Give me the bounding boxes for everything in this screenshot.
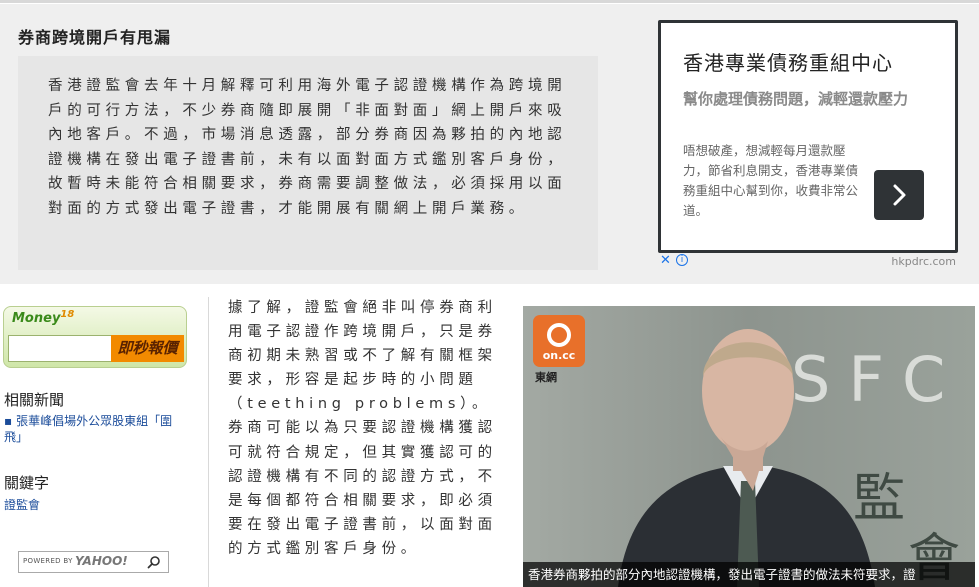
ad-domain[interactable]: hkpdrc.com (891, 255, 956, 268)
money18-logo: Money18 (12, 309, 75, 326)
keywords-heading: 關鍵字 (4, 474, 50, 492)
related-news-link[interactable]: 張華峰倡場外公眾股東組「圍飛」 (4, 414, 172, 444)
news-photo: SFC 監 會 on.cc 東網 香港券商夥拍的部分內地認證機構，發出電子證書的… (523, 306, 975, 587)
ad-footer: ✕ i hkpdrc.com (658, 253, 958, 270)
photo-caption: 香港券商夥拍的部分內地認證機構，發出電子證書的做法未符要求，證 (523, 562, 975, 587)
oncc-logo-ring (547, 323, 571, 347)
yahoo-logo: YAHOO! (75, 554, 128, 568)
yahoo-search-box[interactable]: POWERED BY YAHOO! (18, 551, 169, 573)
oncc-logo-text: on.cc (542, 349, 576, 362)
oncc-logo-label: 東網 (535, 371, 557, 384)
ad-close-icon[interactable]: ✕ (660, 253, 671, 268)
money18-logo-text: Money (12, 311, 61, 326)
svg-text:監: 監 (853, 469, 905, 529)
ad-subtitle[interactable]: 幫你處理債務問題，減輕還款壓力 (683, 89, 933, 110)
svg-text:SFC: SFC (791, 343, 963, 416)
money18-logo-number: 18 (60, 309, 75, 320)
article-lead-box: 香港證監會去年十月解釋可利用海外電子認證機構作為跨境開戶的可行方法，不少券商隨即… (18, 56, 598, 270)
related-news-heading: 相關新聞 (4, 391, 65, 409)
ad-title[interactable]: 香港專業債務重組中心 (683, 47, 893, 76)
article-lead-text: 香港證監會去年十月解釋可利用海外電子認證機構作為跨境開戶的可行方法，不少券商隨即… (48, 78, 567, 217)
search-icon[interactable] (147, 555, 161, 569)
top-divider (0, 0, 979, 3)
ad-banner[interactable]: 香港專業債務重組中心 幫你處理債務問題，減輕還款壓力 唔想破產，想減輕每月還款壓… (658, 20, 958, 253)
search-powered-by: POWERED BY (23, 557, 73, 565)
chevron-right-icon (893, 184, 906, 206)
article-title: 券商跨境開戶有甩漏 (18, 28, 172, 47)
oncc-logo: on.cc (533, 315, 585, 367)
ad-description[interactable]: 唔想破產，想減輕每月還款壓力，節省利息開支，香港專業債務重組中心幫到你，收費非常… (683, 141, 868, 221)
ad-open-button[interactable] (874, 170, 924, 220)
quote-button[interactable]: 即秒報價 (111, 335, 184, 362)
column-divider (208, 297, 209, 587)
bullet-icon: ▪ (4, 414, 13, 428)
keyword-link[interactable]: 證監會 (4, 497, 40, 513)
article-body-text: 據了解，證監會絕非叫停券商利用電子認證作跨境開戶，只是券商初期未熟習或不了解有關… (228, 300, 497, 557)
stock-code-input[interactable] (8, 335, 112, 362)
money18-quote-widget: Money18 即秒報價 (3, 306, 187, 368)
ad-info-icon[interactable]: i (676, 254, 688, 266)
article-header-band: 券商跨境開戶有甩漏 香港證監會去年十月解釋可利用海外電子認證機構作為跨境開戶的可… (0, 4, 979, 284)
photo-illustration: SFC 監 會 (523, 306, 975, 587)
related-news-item[interactable]: ▪ 張華峰倡場外公眾股東組「圍飛」 (4, 413, 184, 445)
